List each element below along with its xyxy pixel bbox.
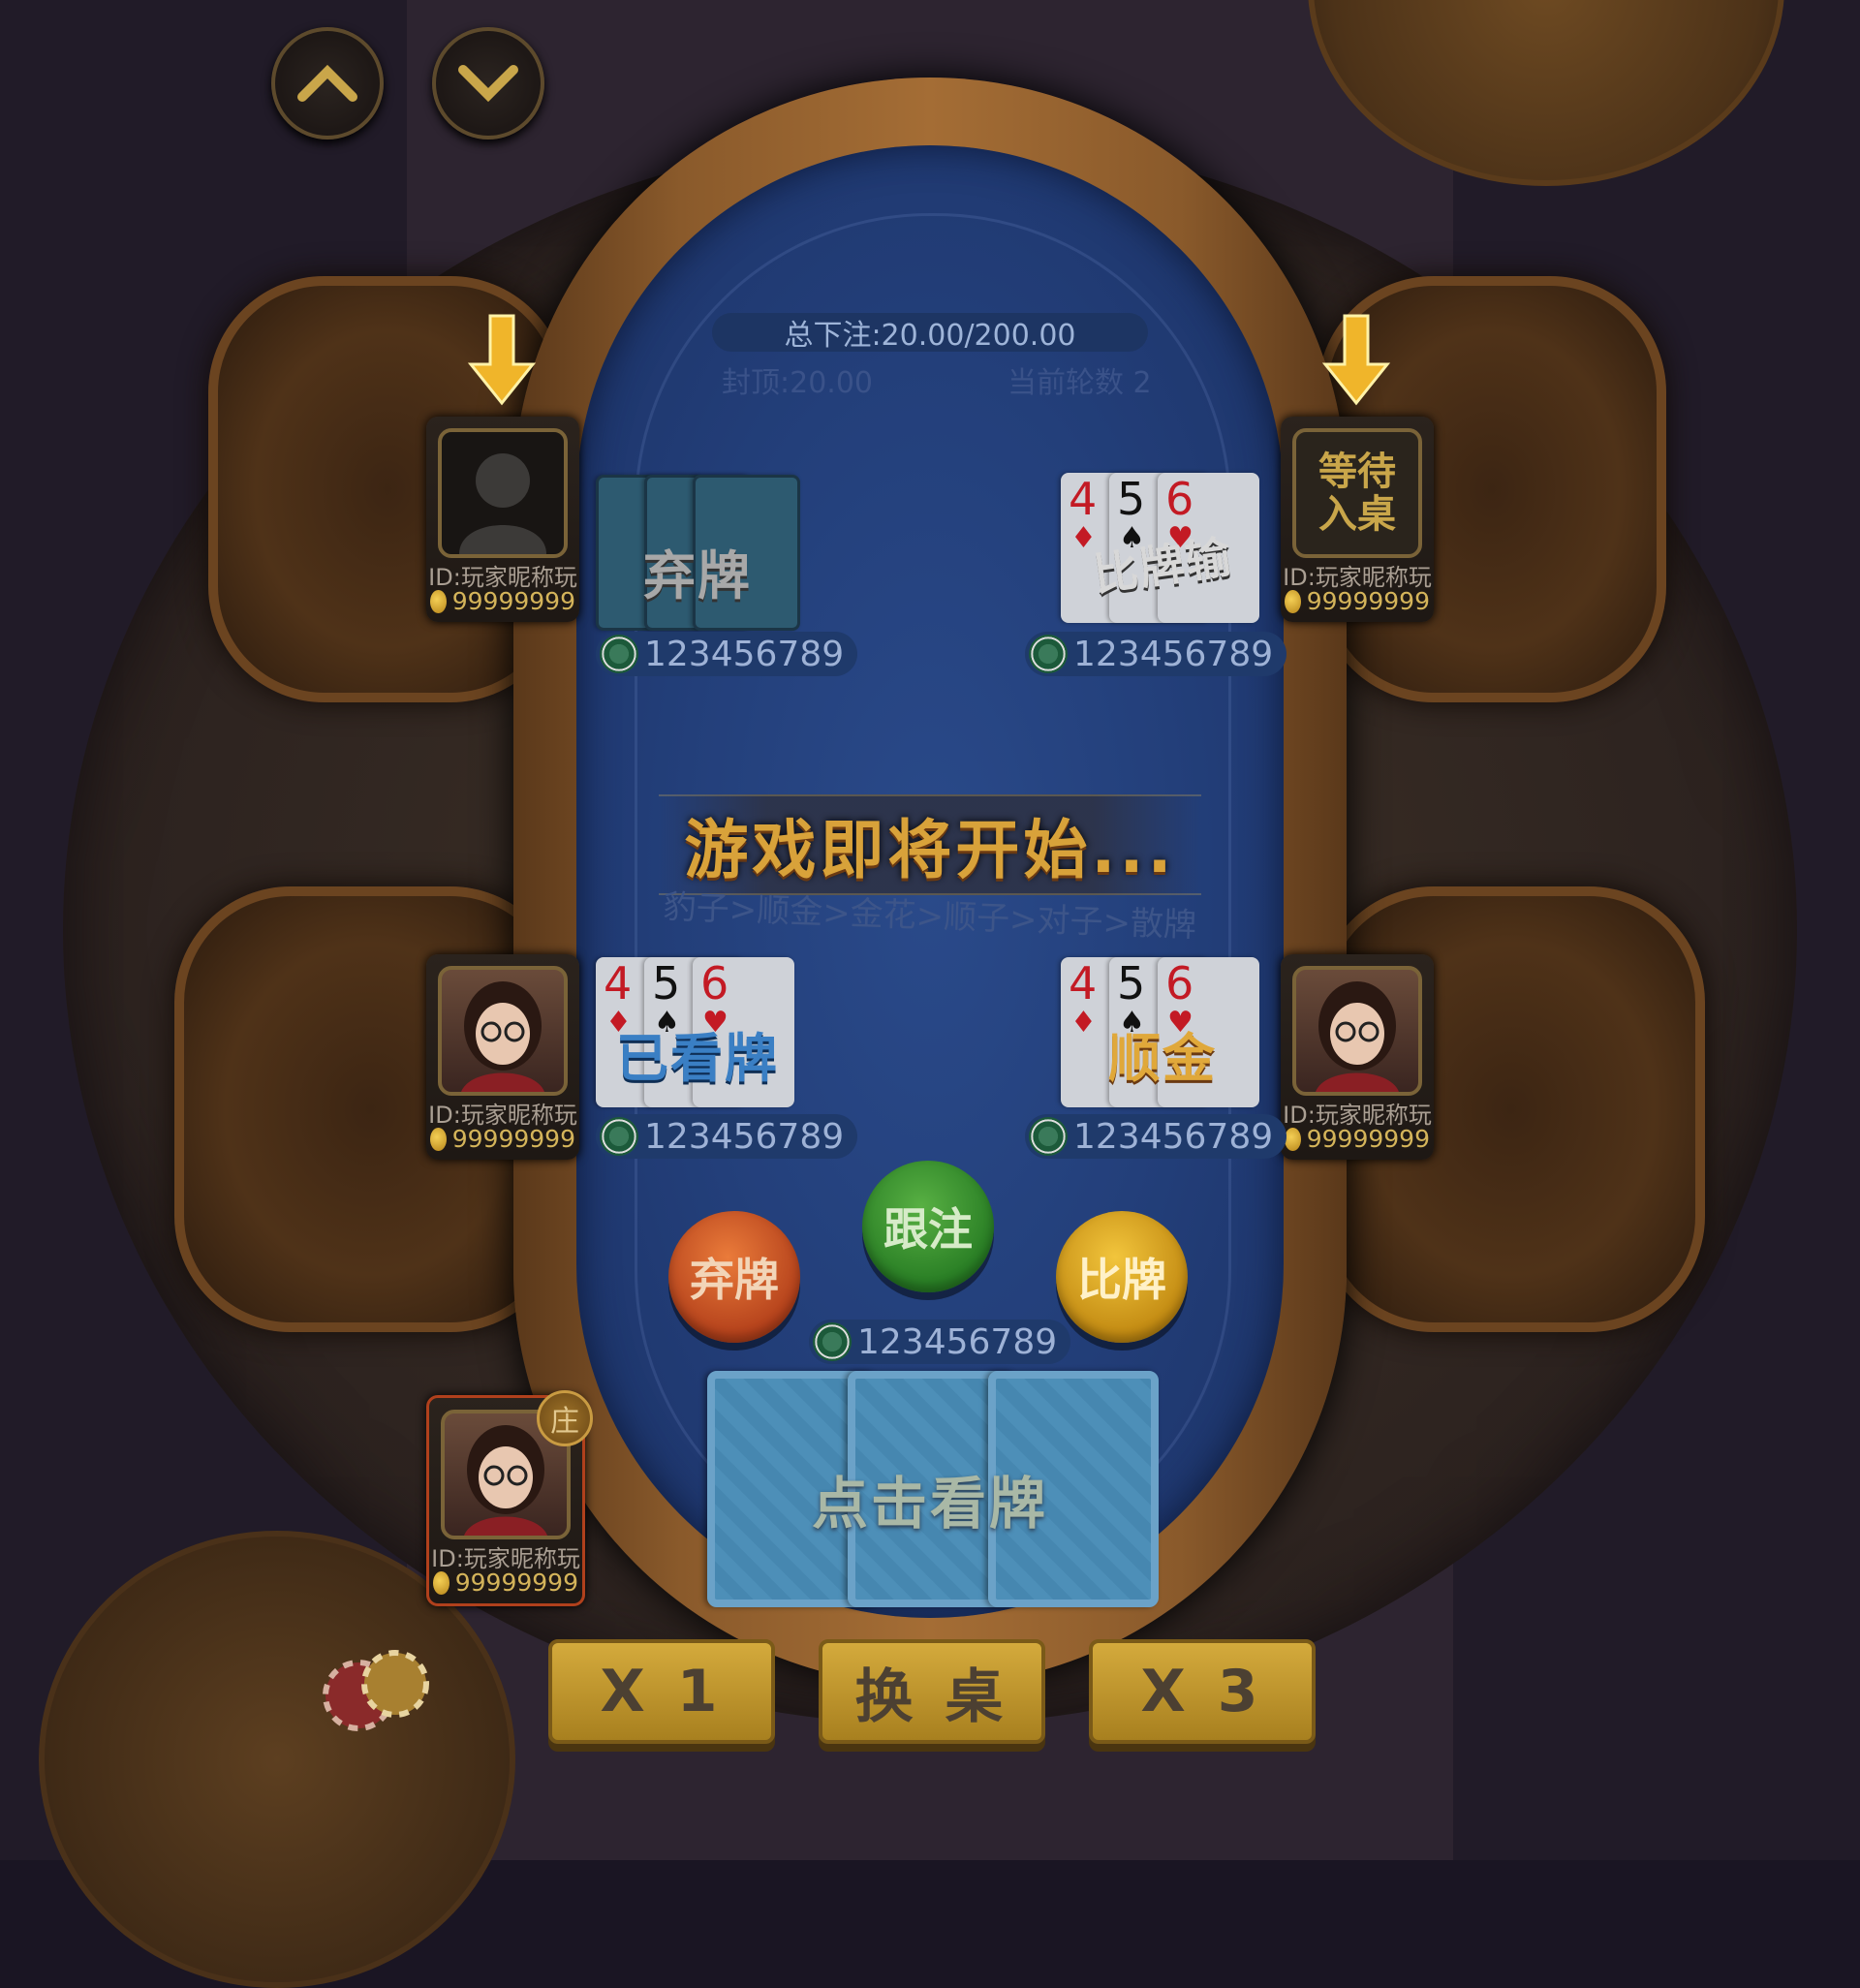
bet-pill: 123456789 [1025, 1114, 1287, 1159]
banker-badge: 庄 [537, 1390, 593, 1446]
multiplier-x1-button[interactable]: X 1 [548, 1639, 775, 1744]
total-bet-bar: 总下注:20.00/200.00 [712, 313, 1148, 353]
waiting-label: 等待入桌 [1318, 450, 1396, 537]
chip-icon [600, 1117, 638, 1156]
scroll-down-button[interactable] [432, 27, 544, 140]
waiting-seat-badge: 等待入桌 [1292, 428, 1422, 558]
arrow-down-icon [467, 314, 537, 406]
player-seat-mid-right[interactable]: ID:玩家昵称玩 99999999 [1281, 954, 1434, 1160]
player-coins: 99999999 [430, 587, 575, 615]
cap-text: 封顶:20.00 [722, 366, 873, 400]
coin-icon [1285, 1127, 1301, 1151]
compare-button[interactable]: 比牌 [1056, 1211, 1188, 1343]
cards-status: 弃牌 [643, 545, 752, 606]
multiplier-x3-button[interactable]: X 3 [1089, 1639, 1316, 1744]
bet-pill: 123456789 [1025, 632, 1287, 676]
player-coins: 99999999 [433, 1569, 578, 1597]
coin-icon [1285, 589, 1301, 613]
avatar [438, 966, 568, 1096]
game-start-banner: 游戏即将开始... [659, 794, 1201, 895]
player-cards-top-left: 弃牌 [596, 475, 800, 631]
silhouette-icon [459, 453, 546, 554]
call-button[interactable]: 跟注 [862, 1161, 994, 1292]
total-bet-text: 总下注:20.00/200.00 [784, 319, 1076, 353]
banner-title: 游戏即将开始... [684, 813, 1176, 887]
chip-icon [1029, 635, 1068, 673]
player-coins: 99999999 [1285, 587, 1430, 615]
player-seat-top-left[interactable]: ID:玩家昵称玩 99999999 [426, 417, 579, 622]
player-cards-top-right: 4 ♦ 5 ♠ 6 ♥ 比牌输 [1061, 473, 1264, 623]
cards-status: 已看牌 [616, 1028, 779, 1089]
coin-icon [433, 1570, 450, 1595]
bet-pill: 123456789 [596, 1114, 858, 1159]
chip-icon [600, 635, 638, 673]
chevron-down-icon [458, 65, 518, 103]
my-bet-pill: 123456789 [809, 1320, 1071, 1364]
chips-icon [323, 1650, 429, 1731]
look-cards-label[interactable]: 点击看牌 [775, 1458, 1085, 1539]
player-coins: 99999999 [1285, 1125, 1430, 1153]
player-cards-mid-right: 4 ♦ 5 ♠ 6 ♥ 顺金 [1061, 957, 1264, 1107]
avatar [438, 428, 568, 558]
avatar [1292, 966, 1422, 1096]
current-round-text: 当前轮数 2 [1008, 366, 1152, 400]
player-seat-top-right[interactable]: 等待入桌 ID:玩家昵称玩 99999999 [1281, 417, 1434, 622]
fold-button[interactable]: 弃牌 [668, 1211, 800, 1343]
girl-avatar-icon [1316, 981, 1399, 1092]
cards-status: 顺金 [1108, 1028, 1217, 1089]
chip-icon [813, 1322, 852, 1361]
player-coins: 99999999 [430, 1125, 575, 1153]
coin-icon [430, 1127, 447, 1151]
player-cards-mid-left: 4 ♦ 5 ♠ 6 ♥ 已看牌 [596, 957, 799, 1107]
player-seat-mid-left[interactable]: ID:玩家昵称玩 99999999 [426, 954, 579, 1160]
change-table-button[interactable]: 换 桌 [819, 1639, 1045, 1744]
coin-icon [430, 589, 447, 613]
chip-icon [1029, 1117, 1068, 1156]
chevron-up-icon [297, 64, 357, 102]
girl-avatar-icon [461, 981, 544, 1092]
bet-pill: 123456789 [596, 632, 858, 676]
arrow-down-icon [1321, 314, 1391, 406]
scroll-up-button[interactable] [271, 27, 384, 140]
